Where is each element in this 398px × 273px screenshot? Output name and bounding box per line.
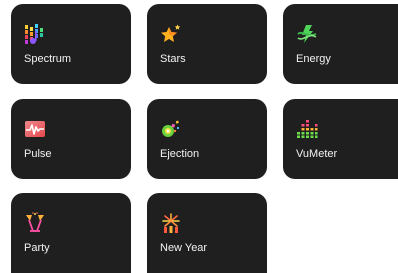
effect-tile-energy[interactable]: Energy (283, 4, 398, 84)
effect-tile-ejection[interactable]: Ejection (147, 99, 267, 179)
energy-icon (296, 23, 318, 45)
effect-tile-pulse[interactable]: Pulse (11, 99, 131, 179)
effect-label: Party (24, 242, 50, 254)
effect-tile-vumeter[interactable]: VuMeter (283, 99, 398, 179)
effect-label: Spectrum (24, 53, 72, 65)
effect-tile-stars[interactable]: Stars (147, 4, 267, 84)
star-icon (160, 23, 182, 45)
fireworks-icon (160, 212, 182, 234)
effect-tile-party[interactable]: Party (11, 193, 131, 273)
effect-label: Energy (296, 53, 331, 65)
effect-label: Ejection (160, 148, 200, 160)
vumeter-icon (296, 118, 318, 140)
effect-label: New Year (160, 242, 208, 254)
effect-label: VuMeter (296, 148, 338, 160)
effect-label: Stars (160, 53, 186, 65)
pulse-icon (24, 118, 46, 140)
spectrum-icon (24, 23, 46, 45)
effects-grid: Spectrum Stars Energy Pulse Ejection VuM… (0, 0, 398, 273)
party-icon (24, 212, 46, 234)
effect-label: Pulse (24, 148, 52, 160)
ejection-icon (160, 118, 182, 140)
effect-tile-spectrum[interactable]: Spectrum (11, 4, 131, 84)
effect-tile-new-year[interactable]: New Year (147, 193, 267, 273)
